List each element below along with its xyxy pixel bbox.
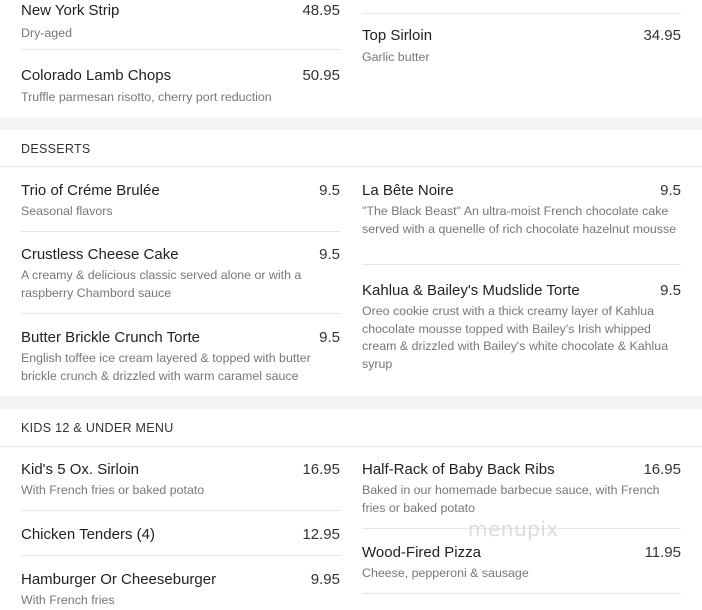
divider: [21, 555, 340, 556]
item-description: Baked in our homemade barbecue sauce, wi…: [362, 483, 660, 515]
item-name: Kid's 5 Ox. Sirloin: [21, 461, 139, 478]
item-description: A creamy & delicious classic served alon…: [21, 268, 302, 300]
item-price: 34.95: [643, 27, 681, 44]
item-name: La Bête Noire: [362, 182, 454, 199]
item-price: 11.95: [644, 544, 681, 561]
section-separator: [0, 117, 702, 130]
divider: [362, 264, 681, 265]
divider: [21, 49, 340, 50]
section-separator: [0, 396, 702, 409]
item-price: 9.5: [660, 182, 681, 199]
divider: [21, 231, 340, 232]
item-name: Half-Rack of Baby Back Ribs: [362, 461, 555, 478]
item-price: 9.5: [319, 329, 340, 346]
item-name: Colorado Lamb Chops: [21, 67, 172, 84]
item-description: Dry-aged: [21, 26, 72, 40]
item-price: 9.5: [660, 282, 681, 299]
item-description: With French fries: [21, 593, 115, 607]
item-price: 48.95: [302, 2, 340, 19]
divider: [362, 593, 681, 594]
item-description: Truffle parmesan risotto, cherry port re…: [21, 90, 272, 104]
item-description: Oreo cookie crust with a thick creamy la…: [362, 304, 669, 371]
item-price: 12.95: [302, 526, 340, 543]
item-description: With French fries or baked potato: [21, 483, 205, 497]
item-price: 9.5: [319, 182, 340, 199]
item-name: Trio of Créme Brulée: [21, 182, 160, 199]
item-description: Garlic butter: [362, 50, 430, 64]
item-name: New York Strip: [21, 2, 120, 19]
item-name: Top Sirloin: [362, 27, 433, 44]
section-divider: [0, 166, 702, 167]
item-name: Wood-Fired Pizza: [362, 544, 481, 561]
item-price: 16.95: [643, 461, 681, 478]
item-name: Hamburger Or Cheeseburger: [21, 571, 217, 588]
section-title-desserts: DESSERTS: [21, 142, 91, 156]
divider: [21, 313, 340, 314]
item-description: English toffee ice cream layered & toppe…: [21, 351, 311, 383]
item-name: Kahlua & Bailey's Mudslide Torte: [362, 282, 580, 299]
section-title-kids: KIDS 12 & UNDER MENU: [21, 421, 174, 435]
item-price: 50.95: [302, 67, 340, 84]
item-name: Crustless Cheese Cake: [21, 246, 179, 263]
item-name: Chicken Tenders (4): [21, 526, 155, 543]
item-name: Butter Brickle Crunch Torte: [21, 329, 200, 346]
section-divider: [0, 446, 702, 447]
divider: [362, 13, 681, 14]
watermark: menupix: [468, 517, 559, 541]
item-description: "The Black Beast" An ultra-moist French …: [362, 204, 677, 236]
item-price: 16.95: [302, 461, 340, 478]
divider: [21, 510, 340, 511]
item-description: Cheese, pepperoni & sausage: [362, 566, 529, 580]
item-description: Seasonal flavors: [21, 204, 113, 218]
item-price: 9.95: [310, 571, 340, 588]
item-price: 9.5: [319, 246, 340, 263]
